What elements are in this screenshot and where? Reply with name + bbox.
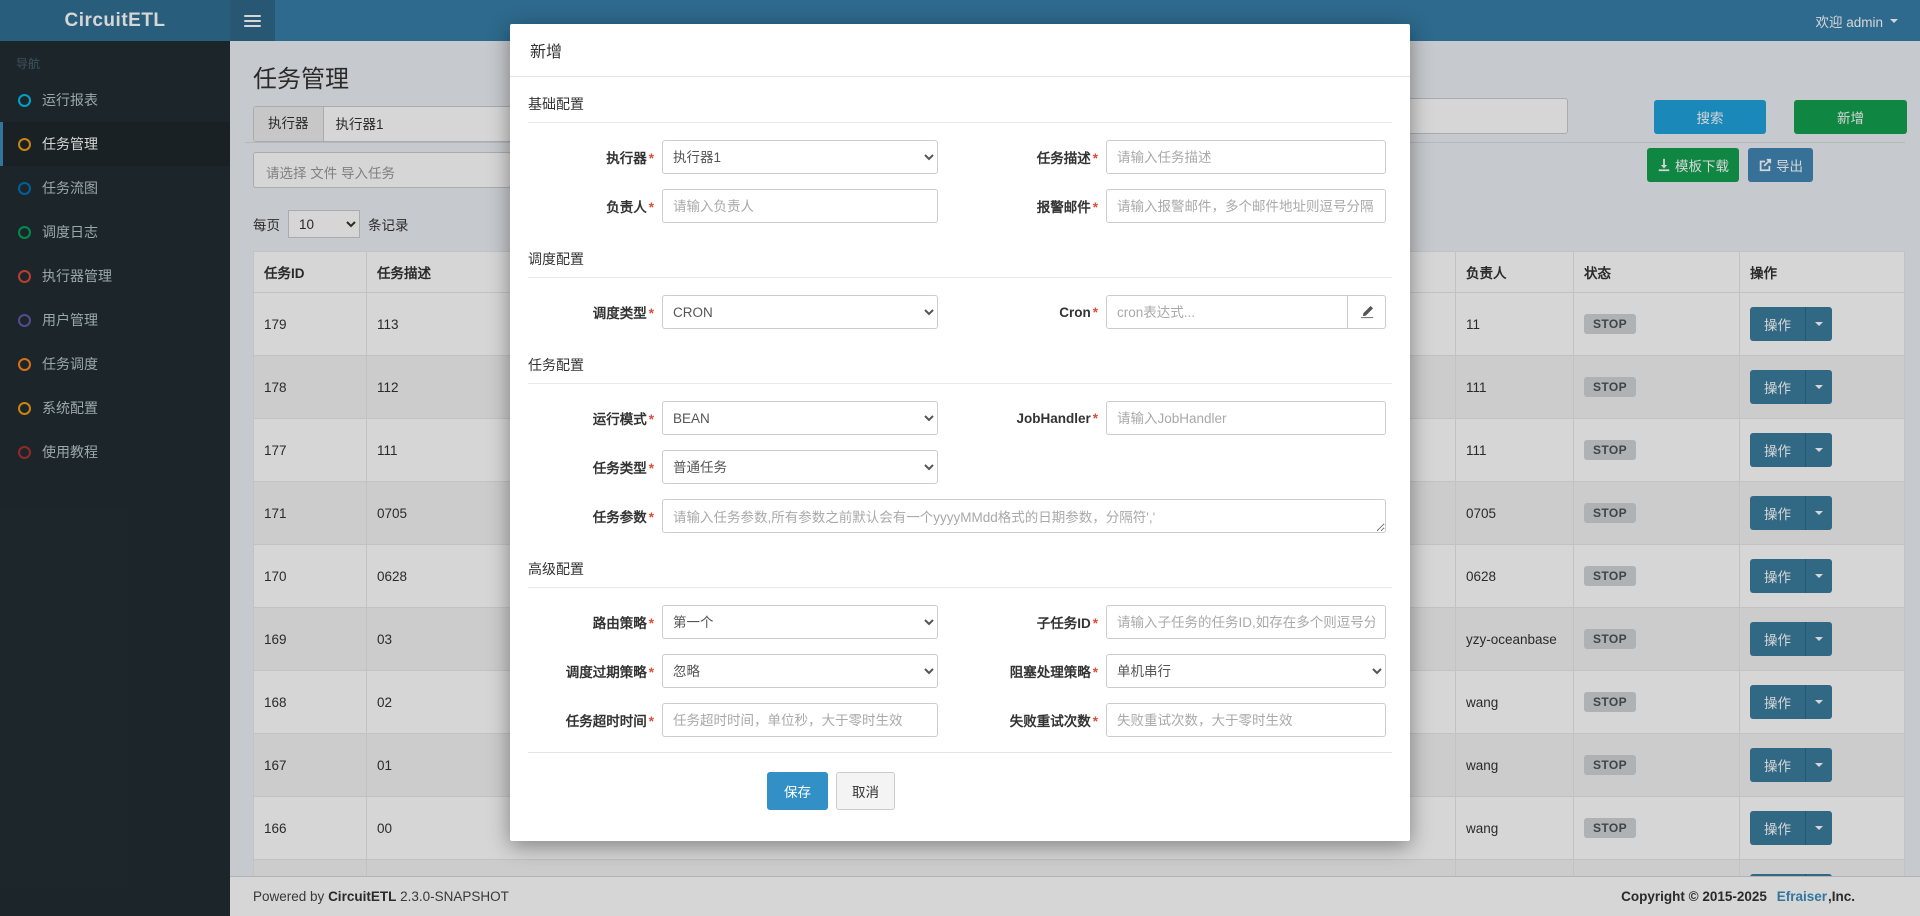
child-job-id-field[interactable] bbox=[1106, 605, 1386, 639]
task-type-field[interactable]: 普通任务 bbox=[662, 450, 938, 484]
section-schedule-config: 调度配置 bbox=[528, 249, 1392, 278]
route-strategy-field-label: 路由策略* bbox=[528, 612, 654, 632]
job-handler-field[interactable] bbox=[1106, 401, 1386, 435]
misfire-strategy-field-label: 调度过期策略* bbox=[528, 661, 654, 681]
task-params-field[interactable] bbox=[662, 499, 1386, 533]
child-job-id-field-label: 子任务ID* bbox=[938, 612, 1098, 632]
edit-icon bbox=[1360, 305, 1374, 319]
section-basic-config: 基础配置 bbox=[528, 94, 1392, 123]
cancel-button[interactable]: 取消 bbox=[836, 772, 895, 810]
run-mode-field[interactable]: BEAN bbox=[662, 401, 938, 435]
block-strategy-field[interactable]: 单机串行 bbox=[1106, 654, 1386, 688]
cron-field-label: Cron* bbox=[938, 305, 1098, 320]
executor-field-label: 执行器* bbox=[528, 147, 654, 167]
job-desc-field[interactable] bbox=[1106, 140, 1386, 174]
timeout-field-label: 任务超时时间* bbox=[528, 710, 654, 730]
section-task-config: 任务配置 bbox=[528, 355, 1392, 384]
retry-count-field-label: 失败重试次数* bbox=[938, 710, 1098, 730]
alarm-email-field[interactable] bbox=[1106, 189, 1386, 223]
cron-field[interactable] bbox=[1106, 295, 1348, 329]
executor-field[interactable]: 执行器1 bbox=[662, 140, 938, 174]
route-strategy-field[interactable]: 第一个 bbox=[662, 605, 938, 639]
alarm-email-field-label: 报警邮件* bbox=[938, 196, 1098, 216]
section-advanced-config: 高级配置 bbox=[528, 559, 1392, 588]
modal-actions: 保存 取消 bbox=[528, 752, 1392, 834]
job-desc-field-label: 任务描述* bbox=[938, 147, 1098, 167]
modal-title: 新增 bbox=[510, 24, 1410, 77]
task-type-field-label: 任务类型* bbox=[528, 457, 654, 477]
task-params-field-label: 任务参数* bbox=[528, 506, 654, 526]
retry-count-field[interactable] bbox=[1106, 703, 1386, 737]
run-mode-field-label: 运行模式* bbox=[528, 408, 654, 428]
owner-field[interactable] bbox=[662, 189, 938, 223]
timeout-field[interactable] bbox=[662, 703, 938, 737]
cron-input-group bbox=[1106, 295, 1386, 329]
cron-edit-button[interactable] bbox=[1348, 295, 1386, 329]
misfire-strategy-field[interactable]: 忽略 bbox=[662, 654, 938, 688]
job-handler-field-label: JobHandler* bbox=[938, 411, 1098, 426]
add-job-modal: 新增 基础配置 执行器* 执行器1 任务描述* 负责人* 报警邮件* 调度配置 … bbox=[510, 24, 1410, 841]
block-strategy-field-label: 阻塞处理策略* bbox=[938, 661, 1098, 681]
save-button[interactable]: 保存 bbox=[767, 772, 828, 810]
schedule-type-field-label: 调度类型* bbox=[528, 302, 654, 322]
schedule-type-field[interactable]: CRON bbox=[662, 295, 938, 329]
owner-field-label: 负责人* bbox=[528, 196, 654, 216]
